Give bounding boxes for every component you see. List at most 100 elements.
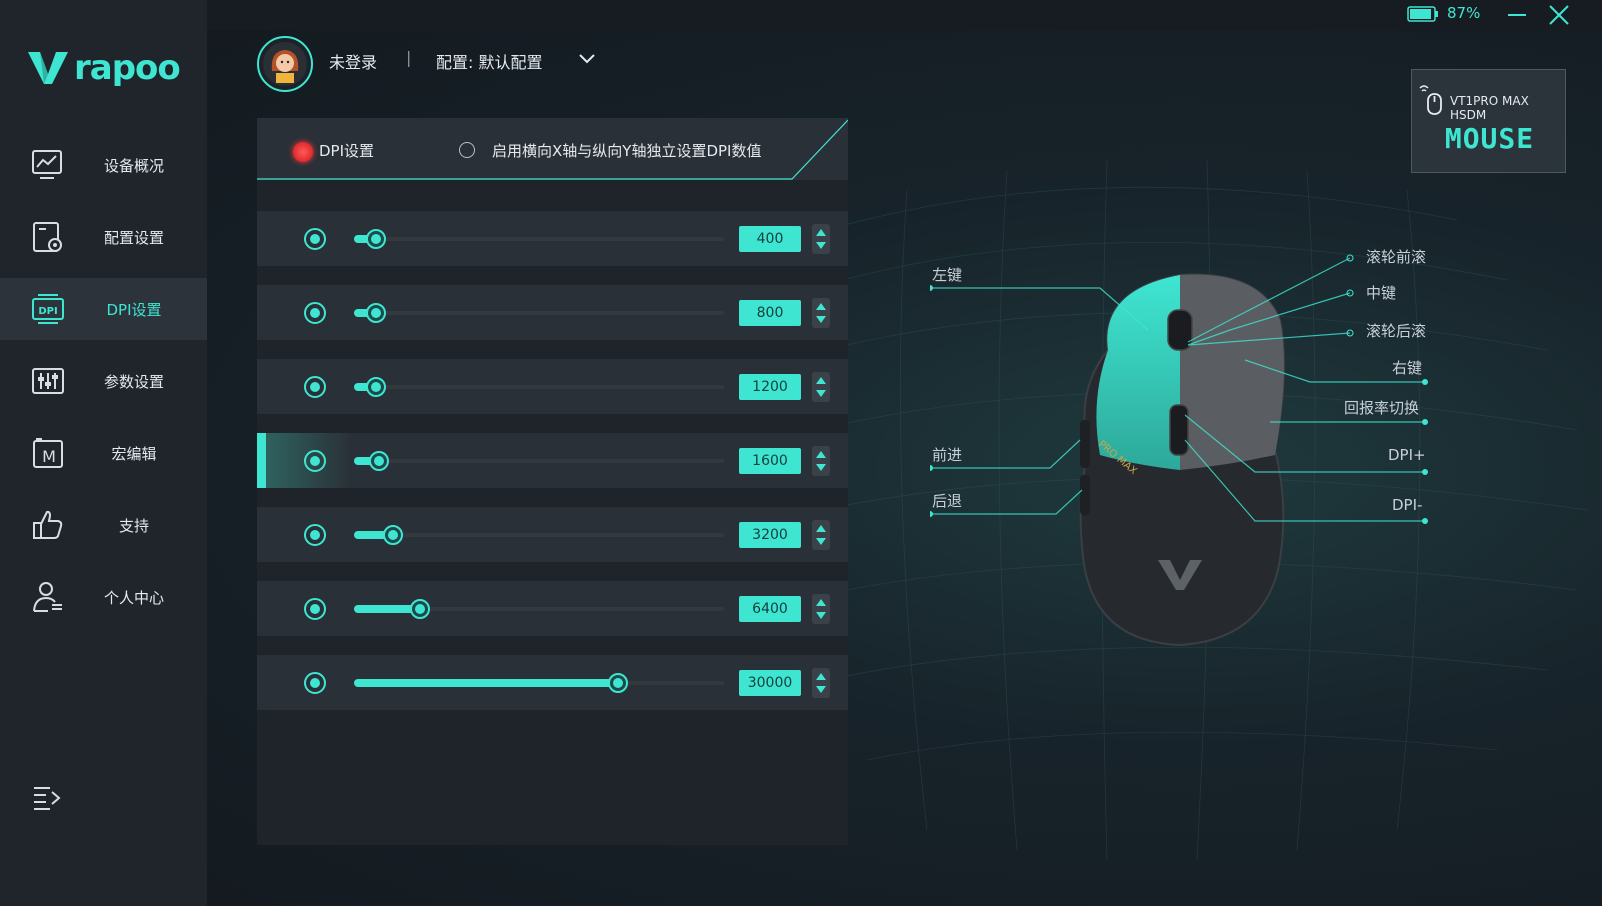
dpi-slider-thumb[interactable]: [366, 229, 386, 249]
header-separator: |: [406, 48, 412, 67]
dpi-slider-track[interactable]: [354, 599, 724, 619]
sidebar-item-dpi-settings[interactable]: DPI DPI设置: [0, 278, 207, 340]
dpi-value-input[interactable]: 3200: [739, 522, 801, 548]
dpi-level-row[interactable]: 6400: [257, 581, 848, 636]
dpi-level-radio[interactable]: [304, 376, 326, 398]
dpi-value-input[interactable]: 1200: [739, 374, 801, 400]
stepper-down-icon[interactable]: [816, 242, 826, 249]
macro-m-icon: M: [33, 438, 63, 468]
dpi-level-radio[interactable]: [304, 598, 326, 620]
device-type: MOUSE: [1444, 122, 1535, 155]
dpi-mode-label: DPI设置: [319, 142, 375, 160]
dpi-slider-thumb[interactable]: [410, 599, 430, 619]
device-card[interactable]: VT1PRO MAX HSDM MOUSE: [1411, 69, 1566, 173]
wireless-mouse-icon: [1419, 85, 1442, 115]
dpi-slider-thumb[interactable]: [608, 673, 628, 693]
dpi-value-input[interactable]: 1600: [739, 448, 801, 474]
sidebar-item-label: 支持: [118, 516, 149, 535]
chevron-down-icon[interactable]: [578, 52, 596, 66]
dpi-value-input[interactable]: 30000: [739, 670, 801, 696]
monitor-chart-icon: [32, 150, 62, 179]
callout-left-button[interactable]: 左键: [932, 264, 962, 285]
dpi-slider-track[interactable]: [354, 673, 724, 693]
brand-name: rapoo: [74, 48, 181, 88]
dpi-slider-track[interactable]: [354, 377, 724, 397]
sidebar-item-support[interactable]: 支持: [0, 494, 207, 556]
dpi-level-row[interactable]: 1200: [257, 359, 848, 414]
dpi-stepper[interactable]: [812, 520, 830, 550]
avatar[interactable]: [257, 36, 313, 92]
callout-scroll-up[interactable]: 滚轮前滚: [1366, 246, 1426, 267]
sidebar-item-macro-editor[interactable]: M 宏编辑: [0, 422, 207, 484]
callout-scroll-down[interactable]: 滚轮后滚: [1366, 320, 1426, 341]
dpi-stepper[interactable]: [812, 668, 830, 698]
stepper-down-icon[interactable]: [816, 612, 826, 619]
dpi-level-radio[interactable]: [304, 450, 326, 472]
sidebar-item-parameter-settings[interactable]: 参数设置: [0, 350, 207, 412]
dpi-level-row[interactable]: 800: [257, 285, 848, 340]
dpi-level-radio[interactable]: [304, 302, 326, 324]
battery-icon: [1407, 6, 1438, 22]
dpi-slider-thumb[interactable]: [366, 303, 386, 323]
dpi-level-radio[interactable]: [304, 228, 326, 250]
stepper-up-icon[interactable]: [816, 377, 826, 384]
stepper-down-icon[interactable]: [816, 538, 826, 545]
sidebar: rapoo 设备概况 配置设置 DPI DPI设置 参数设置 M 宏编辑 支持 …: [0, 0, 207, 906]
minimize-icon[interactable]: [1506, 2, 1528, 26]
dpi-stepper[interactable]: [812, 372, 830, 402]
callout-dpi-minus[interactable]: DPI-: [1392, 496, 1422, 514]
login-status[interactable]: 未登录: [329, 49, 377, 73]
callout-back[interactable]: 后退: [932, 490, 962, 511]
stepper-down-icon[interactable]: [816, 686, 826, 693]
menu-collapse-icon[interactable]: [32, 784, 62, 812]
callout-middle-button[interactable]: 中键: [1366, 282, 1396, 303]
dpi-level-radio[interactable]: [304, 524, 326, 546]
dpi-stepper[interactable]: [812, 298, 830, 328]
callout-forward[interactable]: 前进: [932, 444, 962, 465]
dpi-slider-track[interactable]: [354, 451, 724, 471]
profile-selector-label[interactable]: 配置: 默认配置: [436, 49, 542, 73]
stepper-up-icon[interactable]: [816, 451, 826, 458]
dpi-panel-header: DPI设置 启用横向X轴与纵向Y轴独立设置DPI数值: [257, 118, 848, 180]
sidebar-item-config-settings[interactable]: 配置设置: [0, 206, 207, 268]
close-icon[interactable]: [1546, 2, 1572, 28]
stepper-up-icon[interactable]: [816, 525, 826, 532]
dpi-mode-radio-selected[interactable]: [293, 142, 313, 162]
dpi-value-input[interactable]: 6400: [739, 596, 801, 622]
dpi-level-row[interactable]: 1600: [257, 433, 848, 488]
dpi-icon: DPI: [32, 294, 64, 324]
dpi-slider-track[interactable]: [354, 303, 724, 323]
dpi-slider-track[interactable]: [354, 525, 724, 545]
stepper-up-icon[interactable]: [816, 673, 826, 680]
dpi-value-input[interactable]: 800: [739, 300, 801, 326]
dpi-slider-track[interactable]: [354, 229, 724, 249]
stepper-down-icon[interactable]: [816, 464, 826, 471]
dpi-level-row[interactable]: 3200: [257, 507, 848, 562]
dpi-level-row[interactable]: 30000: [257, 655, 848, 710]
dpi-slider-thumb[interactable]: [369, 451, 389, 471]
stepper-up-icon[interactable]: [816, 229, 826, 236]
dpi-level-radio[interactable]: [304, 672, 326, 694]
dpi-stepper[interactable]: [812, 594, 830, 624]
dpi-slider-thumb[interactable]: [366, 377, 386, 397]
dpi-stepper[interactable]: [812, 446, 830, 476]
stepper-down-icon[interactable]: [816, 316, 826, 323]
sidebar-nav: 设备概况 配置设置 DPI DPI设置 参数设置 M 宏编辑 支持 个人中心: [0, 134, 207, 638]
dpi-level-row[interactable]: 400: [257, 211, 848, 266]
stepper-down-icon[interactable]: [816, 390, 826, 397]
stepper-up-icon[interactable]: [816, 303, 826, 310]
stepper-up-icon[interactable]: [816, 599, 826, 606]
battery-percent: 87%: [1447, 4, 1481, 22]
callout-right-button[interactable]: 右键: [1392, 357, 1422, 378]
sidebar-item-device-overview[interactable]: 设备概况: [0, 134, 207, 196]
dpi-slider-thumb[interactable]: [383, 525, 403, 545]
callout-dpi-plus[interactable]: DPI+: [1388, 446, 1426, 464]
device-name: VT1PRO MAX HSDM: [1450, 94, 1529, 122]
dpi-panel: DPI设置 启用横向X轴与纵向Y轴独立设置DPI数值 400 800 1200 160…: [257, 118, 848, 845]
callout-polling-rate[interactable]: 回报率切换: [1344, 397, 1419, 418]
rapoo-v-logo-icon: [28, 52, 68, 84]
xy-independent-radio[interactable]: [459, 142, 475, 158]
dpi-stepper[interactable]: [812, 224, 830, 254]
dpi-value-input[interactable]: 400: [739, 226, 801, 252]
sidebar-item-personal-center[interactable]: 个人中心: [0, 566, 207, 628]
